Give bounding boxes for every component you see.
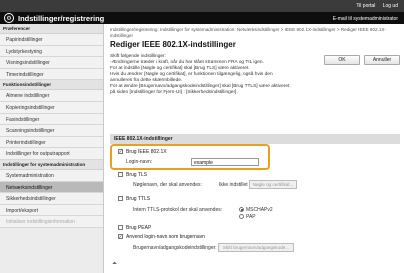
- top-bar: Til portal Log ud: [0, 0, 404, 12]
- sidebar-item-security[interactable]: Sikkerhedsindstillinger: [0, 193, 103, 205]
- sidebar-item-output-report[interactable]: Indstillinger for outputrapport: [0, 148, 103, 160]
- app-title: Indstillinger/registrering: [18, 14, 105, 23]
- tls-key-label: Nøglenavn, der skal anvendes:: [133, 182, 202, 188]
- ok-button[interactable]: OK: [324, 55, 360, 65]
- page-title: Rediger IEEE 802.1X-indstillinger: [110, 40, 236, 49]
- sidebar-item-fax[interactable]: Faxindstillinger: [0, 113, 103, 126]
- use-tls-checkbox[interactable]: [118, 172, 123, 177]
- sidebar-item-display[interactable]: Visningsindstillinger: [0, 57, 103, 69]
- sidebar-item-copy[interactable]: Kopieringsindstillinger: [0, 101, 103, 114]
- use-ttls-checkbox[interactable]: [118, 196, 123, 201]
- ttls-protocol-label: Intern TTLS-protokol der skal anvendes:: [133, 207, 223, 213]
- key-cert-button[interactable]: Nøgle og certifikat...: [249, 180, 297, 189]
- sidebar-item-volume[interactable]: Lydstyrkestyring: [0, 45, 103, 58]
- breadcrumb: Indstillinger/registrering: Indstillinge…: [110, 27, 387, 38]
- cancel-button[interactable]: Annuller: [364, 55, 400, 65]
- sidebar-heading-preferences: Præferencer: [0, 24, 103, 34]
- sidebar-item-paper-settings[interactable]: Papirindstillinger: [0, 34, 103, 46]
- use-peap-label: Brug PEAP: [126, 225, 152, 231]
- mschapv2-label: MSCHAPv2: [246, 207, 273, 213]
- change-user-pw-button[interactable]: Skift brugernavn/adgangskode...: [218, 243, 294, 252]
- use-ttls-label: Brug TTLS: [126, 196, 151, 202]
- main-panel: Indstillinger/registrering: Indstillinge…: [106, 24, 404, 273]
- sidebar-item-printer[interactable]: Printerindstillinger: [0, 136, 103, 149]
- login-name-label: Login-navn:: [126, 159, 153, 165]
- settings-logo-icon: ⚙: [4, 13, 14, 23]
- pap-radio[interactable]: [239, 214, 244, 219]
- sidebar-item-import-export[interactable]: Import/eksport: [0, 204, 103, 217]
- logout-link[interactable]: Log ud: [383, 3, 398, 9]
- section-header: IEEE 802.1X-indstillinger: [110, 134, 400, 144]
- app-header: ⚙ Indstillinger/registrering E-mail til …: [0, 12, 404, 24]
- sidebar-item-common[interactable]: Almene indstillinger: [0, 90, 103, 102]
- pap-label: PAP: [246, 214, 256, 220]
- use-ieee-checkbox[interactable]: ✓: [118, 149, 123, 154]
- sidebar-heading-system-admin: Indstillinger for systemadministration: [0, 159, 103, 170]
- email-admin-link[interactable]: E-mail til systemadministrator: [333, 16, 398, 22]
- sidebar-heading-function-settings: Funktionsindstillinger: [0, 80, 103, 91]
- info-line: på siden [Indstillinger for Fjern-UI] : …: [110, 90, 238, 95]
- use-ieee-label: Brug IEEE 802.1X: [126, 149, 167, 155]
- top-links: Til portal Log ud: [350, 3, 398, 9]
- arrow-up-icon[interactable]: ⏶: [112, 261, 117, 268]
- user-pw-settings-label: Brugernavn/adgangskodeindstillinger:: [133, 245, 217, 251]
- use-peap-checkbox[interactable]: [118, 225, 123, 230]
- info-text: Skift følgende indstillinger: -Ændringer…: [110, 54, 315, 96]
- sidebar-item-network[interactable]: Netværksindstillinger: [0, 181, 103, 194]
- sidebar-item-timer[interactable]: Timerindstillinger: [0, 68, 103, 81]
- use-login-as-user-label: Anvend login-navn som brugernavn: [126, 234, 205, 240]
- use-tls-label: Brug TLS: [126, 172, 148, 178]
- portal-link[interactable]: Til portal: [356, 3, 375, 9]
- tls-key-value: Ikke indstillet: [219, 182, 248, 188]
- use-login-as-user-checkbox[interactable]: ✓: [118, 234, 123, 239]
- mschapv2-radio[interactable]: [239, 207, 244, 212]
- sidebar-item-scan[interactable]: Scanningsindstillinger: [0, 125, 103, 137]
- sidebar-item-system-admin[interactable]: Systemadministration: [0, 169, 103, 182]
- sidebar: Præferencer Papirindstillinger Lydstyrke…: [0, 24, 104, 273]
- highlight-frame: [110, 144, 270, 170]
- sidebar-item-initialize[interactable]: Initialiser indstillingsinformation: [0, 216, 103, 228]
- login-name-input[interactable]: example: [191, 158, 259, 166]
